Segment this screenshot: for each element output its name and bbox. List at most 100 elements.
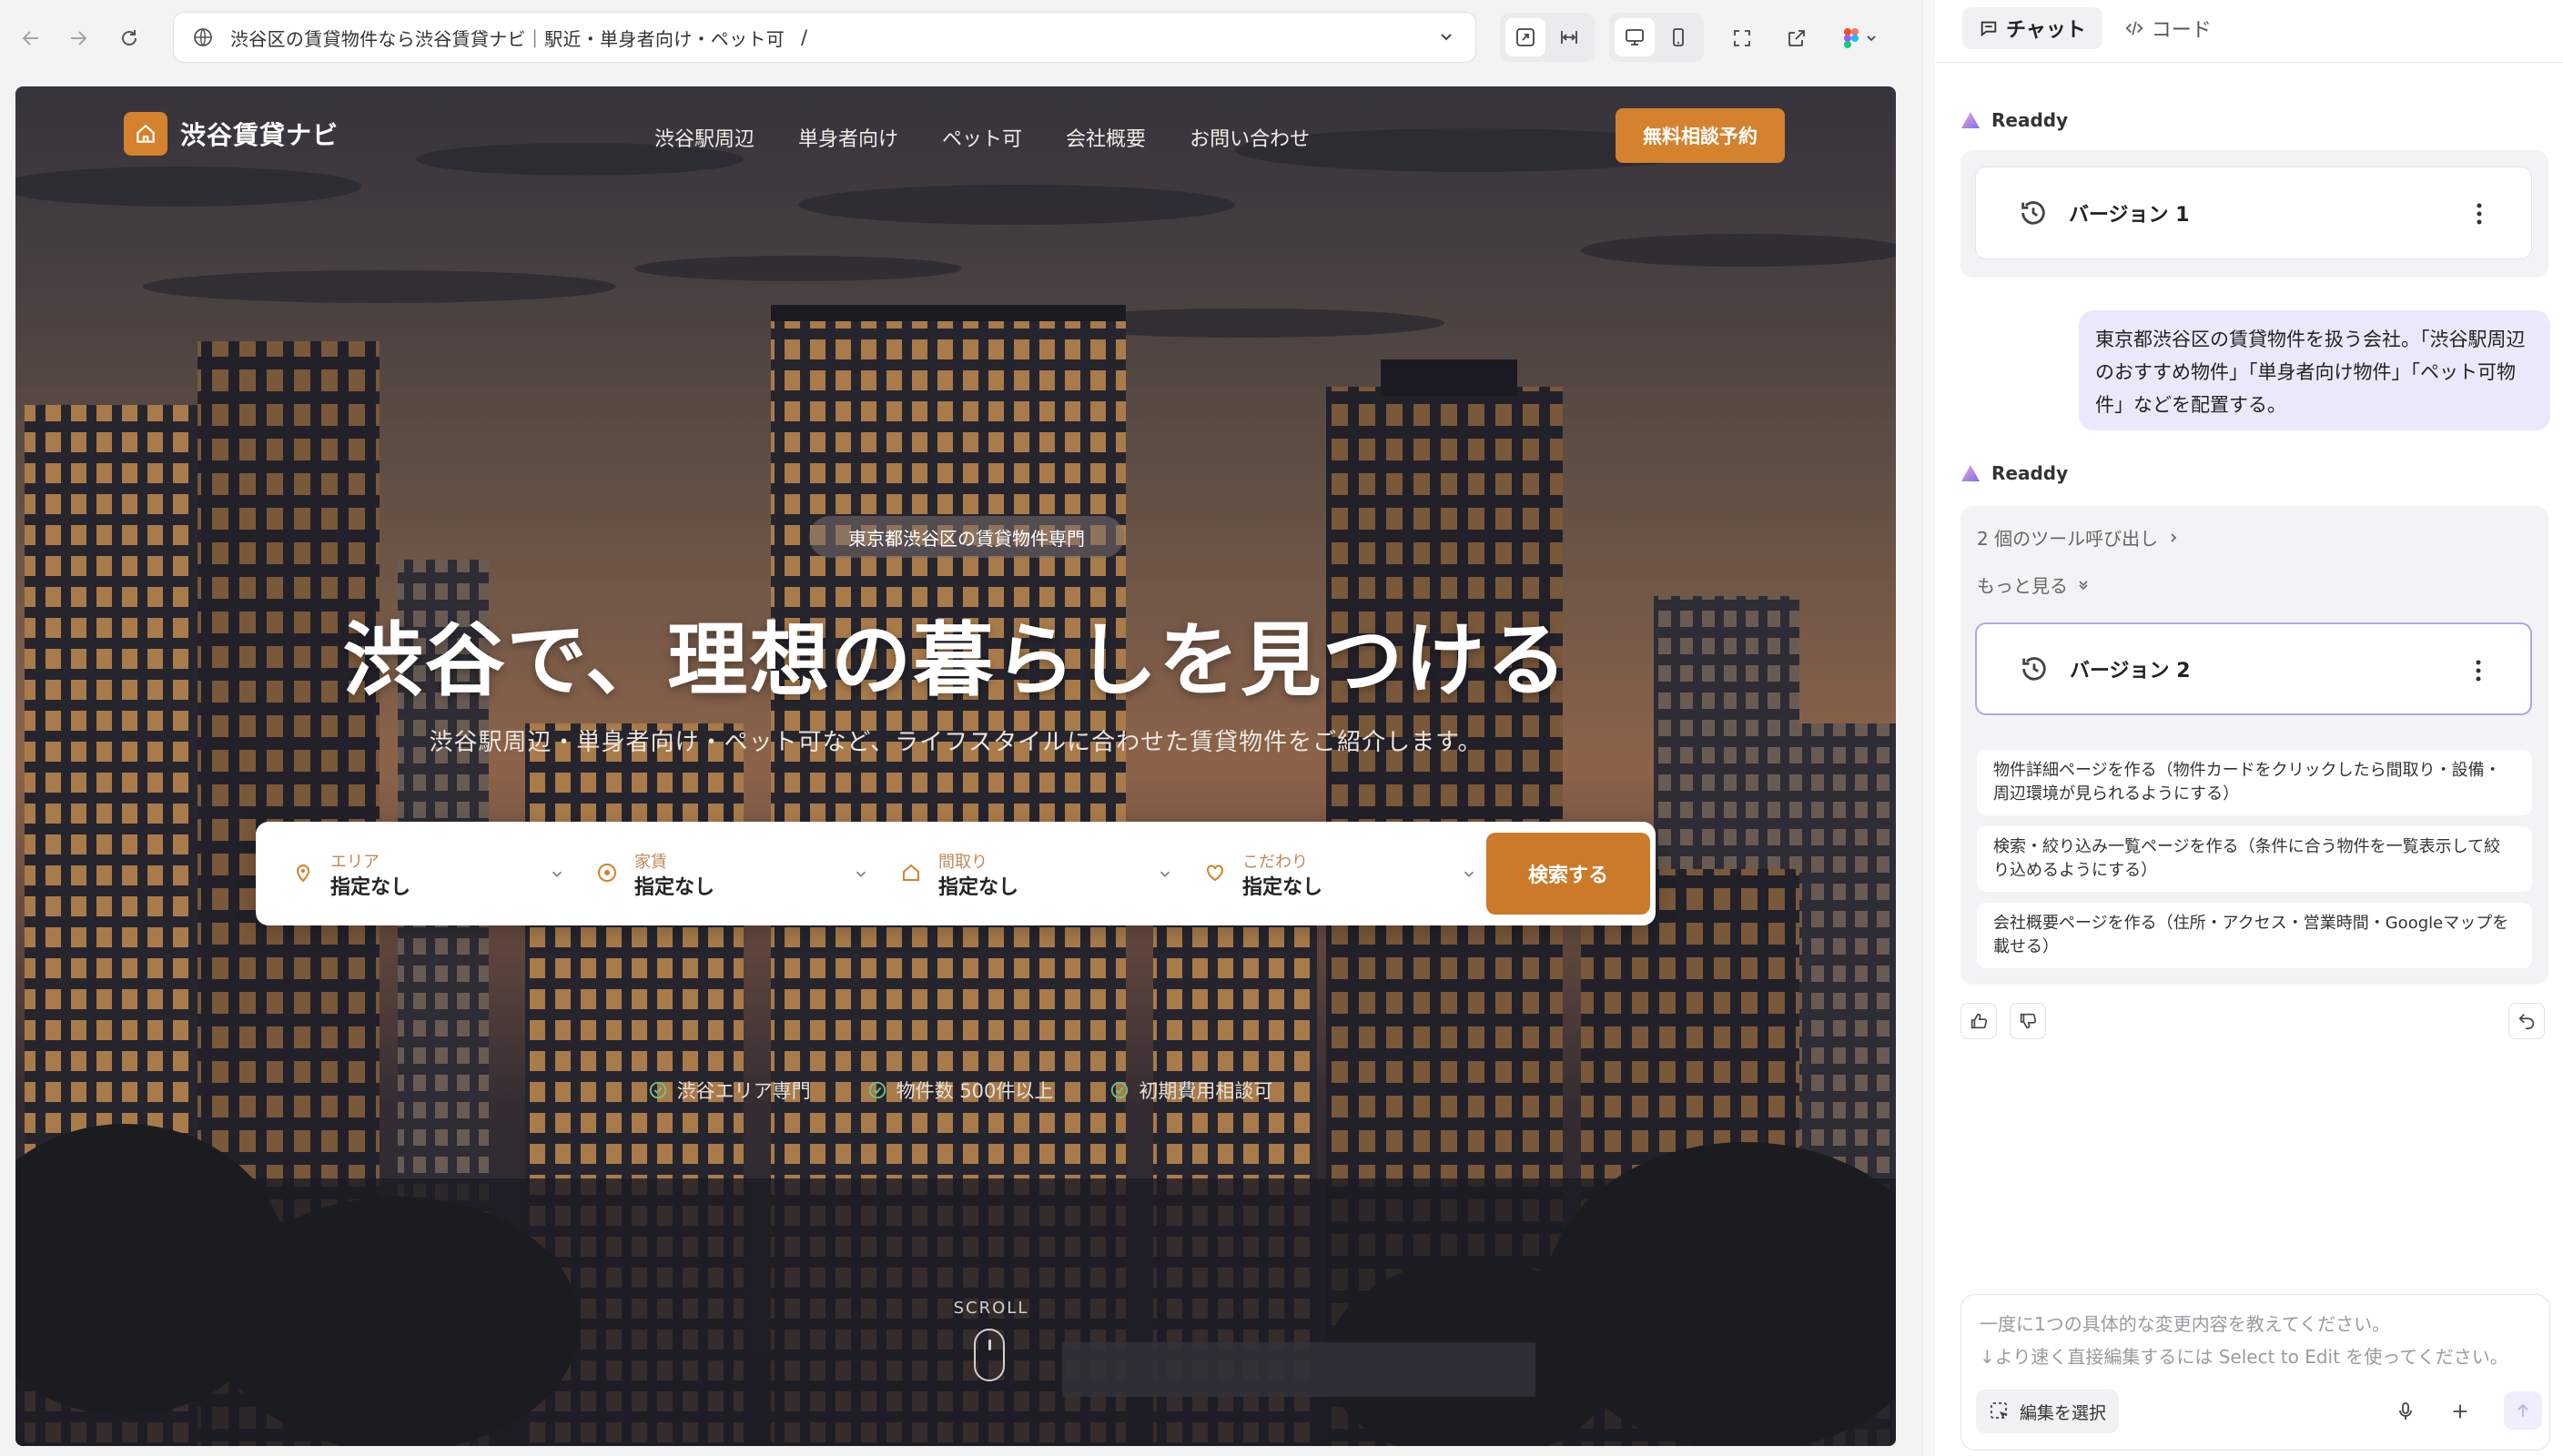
rent-value: 指定なし	[634, 876, 715, 899]
version-2-label: バージョン 2	[2070, 660, 2191, 682]
tab-chat-label: チャット	[2006, 19, 2086, 42]
search-button[interactable]: 検索する	[1486, 833, 1650, 915]
reload-icon[interactable]	[113, 22, 146, 55]
rent-select[interactable]: 家賃 指定なし	[596, 849, 869, 900]
version-card-wrap: バージョン 1	[1960, 150, 2548, 278]
fit-width-icon[interactable]	[1549, 18, 1589, 56]
consultation-button[interactable]: 無料相談予約	[1616, 108, 1785, 163]
device-toggle-group	[1609, 13, 1704, 62]
suggestion-item[interactable]: 検索・絞り込み一覧ページを作る（条件に合う物件を一覧表示して絞り込めるようにする…	[1977, 826, 2532, 892]
thumbs-down-icon[interactable]	[2010, 1003, 2046, 1039]
microphone-icon[interactable]	[2389, 1395, 2422, 1428]
preference-value: 指定なし	[1242, 876, 1323, 899]
send-button[interactable]	[2504, 1391, 2542, 1430]
scroll-label: SCROLL	[953, 1299, 1029, 1318]
mobile-icon[interactable]	[1658, 18, 1698, 56]
tabs-divider	[1935, 62, 2563, 63]
fullscreen-icon[interactable]	[1722, 18, 1762, 58]
nav-link-shibuya-station[interactable]: 渋谷駅周辺	[654, 123, 755, 152]
tab-code[interactable]: コード	[2108, 7, 2228, 49]
viewport-fit-group	[1500, 13, 1595, 62]
hero-badge: 東京都渋谷区の賃貸物件専門	[809, 516, 1124, 558]
layout-label: 間取り	[938, 853, 988, 872]
version-1-card[interactable]: バージョン 1	[1975, 167, 2532, 259]
plus-icon[interactable]	[2444, 1395, 2477, 1428]
layout-select[interactable]: 間取り 指定なし	[900, 849, 1173, 900]
chat-bubble-icon	[1980, 21, 1997, 37]
forward-icon[interactable]	[62, 22, 95, 55]
desktop-icon[interactable]	[1615, 18, 1655, 56]
browser-pane: 渋谷区の賃貸物件なら渋谷賃貸ナビ｜駅近・単身者向け・ペット可 / 渋谷賃貸ナビ …	[0, 0, 1922, 1456]
nav-link-single[interactable]: 単身者向け	[798, 123, 898, 152]
heart-icon	[1207, 864, 1223, 882]
show-more-label: もっと見る	[1977, 575, 2068, 597]
message-composer[interactable]: 一度に1つの具体的な変更内容を教えてください。 ↓より速く直接編集するには Se…	[1960, 1294, 2550, 1451]
chevron-down-icon	[1464, 871, 1474, 877]
version-2-card[interactable]: バージョン 2	[1975, 622, 2532, 715]
more-vertical-icon[interactable]	[2477, 202, 2482, 226]
code-icon	[2125, 21, 2143, 35]
home-icon	[124, 112, 167, 156]
site-logo[interactable]: 渋谷賃貸ナビ	[124, 112, 339, 156]
mouse-scroll-icon[interactable]	[974, 1329, 1005, 1381]
user-message: 東京都渋谷区の賃貸物件を扱う会社。「渋谷駅周辺のおすすめ物件」「単身者向け物件」…	[2079, 310, 2550, 430]
feature-item: 渋谷エリア専門	[648, 1077, 811, 1104]
arrow-up-icon	[2517, 1403, 2528, 1417]
feature-item: 初期費用相談可	[1109, 1077, 1272, 1104]
feature-text: 渋谷エリア専門	[676, 1080, 811, 1102]
undo-icon[interactable]	[2508, 1003, 2545, 1039]
layout-value: 指定なし	[938, 876, 1019, 899]
select-to-edit-label: 編集を選択	[2020, 1402, 2107, 1423]
pane-divider[interactable]	[1922, 0, 1935, 1456]
author-name: Readdy	[1991, 462, 2069, 484]
nav-link-company[interactable]: 会社概要	[1066, 123, 1146, 152]
back-icon[interactable]	[15, 22, 47, 55]
hero-overlay	[15, 86, 1896, 1446]
readdy-logo-icon	[1961, 465, 1980, 481]
check-circle-icon	[868, 1081, 886, 1099]
check-circle-icon	[1111, 1081, 1129, 1099]
assistant-author: Readdy	[1960, 109, 2068, 131]
history-icon	[2021, 201, 2045, 225]
select-cursor-icon	[1991, 1402, 2008, 1419]
nav-link-contact[interactable]: お問い合わせ	[1190, 123, 1310, 152]
area-select[interactable]: エリア 指定なし	[292, 849, 565, 900]
chat-pane: チャット コード Readdy バージョン 1 東京都渋谷区の賃貸物件を扱う会社…	[1935, 0, 2563, 1456]
hero-subtitle: 渋谷駅周辺・単身者向け・ペット可など、ライフスタイルに合わせた賃貸物件をご紹介し…	[429, 729, 1483, 756]
area-label: エリア	[330, 853, 380, 872]
chat-tabs: チャット コード	[1962, 7, 2228, 49]
rent-label: 家賃	[634, 853, 667, 872]
thumbs-up-icon[interactable]	[1960, 1003, 1997, 1039]
suggestion-item[interactable]: 物件詳細ページを作る（物件カードをクリックしたら間取り・設備・周辺環境が見られる…	[1977, 750, 2532, 815]
more-vertical-icon[interactable]	[2476, 659, 2481, 682]
external-link-icon[interactable]	[1777, 18, 1817, 58]
search-bar: エリア 指定なし 家賃 指定なし 間取り 指定なし こだわり 指定なし 検索する	[256, 822, 1656, 925]
tool-calls-toggle[interactable]: 2 個のツール呼び出し	[1977, 524, 2180, 551]
chevron-down-icon[interactable]	[1437, 27, 1455, 46]
browser-toolbar: 渋谷区の賃貸物件なら渋谷賃貸ナビ｜駅近・単身者向け・ペット可 /	[0, 0, 1922, 76]
figma-export-icon[interactable]	[1835, 18, 1889, 58]
suggestion-item[interactable]: 会社概要ページを作る（住所・アクセス・営業時間・Googleマップを載せる）	[1977, 903, 2532, 968]
nav-link-pet[interactable]: ペット可	[942, 123, 1022, 152]
hero-title: 渋谷で、理想の暮らしを見つける	[342, 613, 1569, 707]
tab-chat[interactable]: チャット	[1962, 7, 2102, 49]
chevron-down-icon	[1160, 871, 1170, 877]
feature-item: 物件数 500件以上	[867, 1077, 1054, 1104]
composer-placeholder-1: 一度に1つの具体的な変更内容を教えてください。	[1980, 1313, 2391, 1335]
show-more-toggle[interactable]: もっと見る	[1977, 571, 2090, 598]
check-circle-icon	[649, 1081, 666, 1099]
preference-select[interactable]: こだわり 指定なし	[1204, 849, 1477, 900]
feature-text: 初期費用相談可	[1139, 1080, 1273, 1102]
area-value: 指定なし	[330, 876, 411, 899]
feature-text: 物件数 500件以上	[896, 1080, 1054, 1102]
chevron-down-icon	[856, 871, 866, 877]
site-header: 渋谷賃貸ナビ 渋谷駅周辺 単身者向け ペット可 会社概要 お問い合わせ 無料相談…	[15, 86, 1896, 188]
site-preview: 渋谷賃貸ナビ 渋谷駅周辺 単身者向け ペット可 会社概要 お問い合わせ 無料相談…	[15, 86, 1896, 1446]
assistant-author: Readdy	[1960, 462, 2068, 484]
select-to-edit-button[interactable]: 編集を選択	[1976, 1390, 2120, 1433]
author-name: Readdy	[1991, 109, 2069, 131]
composer-placeholder-2: ↓より速く直接編集するには Select to Edit を使ってください。	[1980, 1346, 2508, 1368]
address-bar[interactable]: 渋谷区の賃貸物件なら渋谷賃貸ナビ｜駅近・単身者向け・ペット可 /	[173, 12, 1476, 63]
fit-screen-icon[interactable]	[1505, 18, 1545, 56]
chevron-double-down-icon	[2079, 580, 2088, 590]
